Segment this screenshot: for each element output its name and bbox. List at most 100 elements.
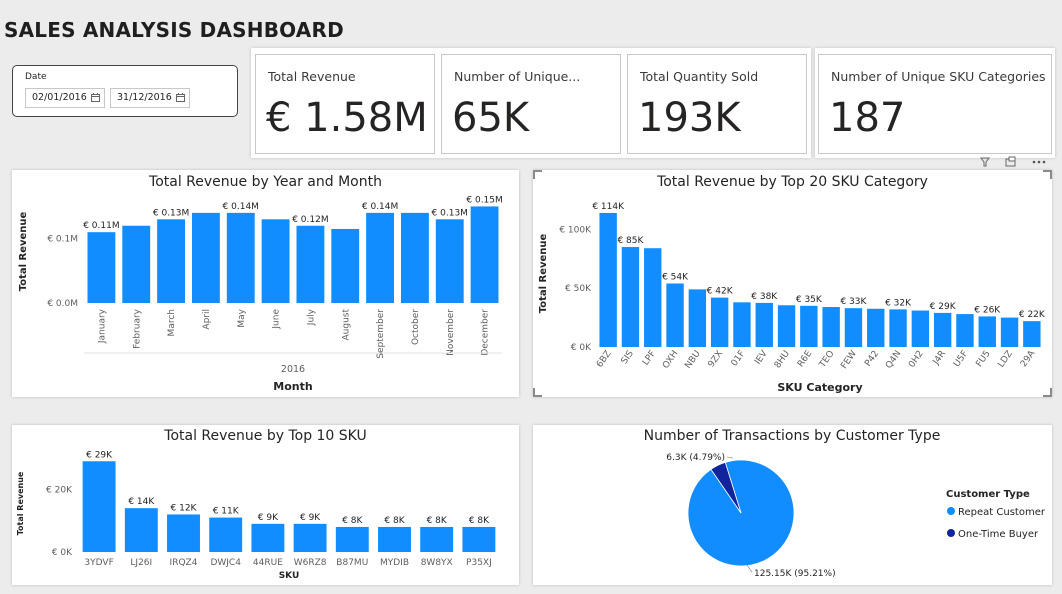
more-options-icon[interactable] [1032,160,1046,164]
chart-revenue-by-top-sku[interactable]: Total Revenue by Top 10 SKU € 0K € 20K Tota… [12,425,519,585]
x-tick-label: LJ26I [130,558,152,568]
card-label: Total Quantity Sold [640,69,759,84]
x-tick-label: 0H2 [907,349,926,370]
x-tick-label: November [446,309,456,356]
x-tick-label: 44RUE [253,558,283,568]
bar [82,461,116,552]
data-label: € 11K [213,507,240,517]
bar [435,219,464,303]
chart-transactions-by-customer-type[interactable]: Number of Transactions by Customer Type 6… [533,425,1052,585]
y-tick-label: € 100K [559,225,592,235]
bar [226,212,255,303]
x-tick-label: SIS [620,349,636,367]
y-axis-title: Total Revenue [16,471,25,535]
kpi-card-group-right: Number of Unique SKU Categories 187 [815,48,1055,158]
x-tick-label: DWJC4 [210,558,241,568]
focus-mode-icon[interactable] [1005,156,1016,167]
x-tick-label: W6RZ8 [294,558,327,568]
data-label: € 9K [258,513,279,523]
data-label: € 8K [469,516,490,526]
data-label: € 0.15M [466,195,502,205]
x-tick-label: June [272,309,282,330]
date-slicer[interactable]: Date 02/01/2016 31/12/2016 [12,65,238,117]
x-axis-title: Month [273,380,312,393]
filter-icon[interactable] [980,157,990,167]
y-tick-label: € 50K [565,284,592,294]
leader-line [726,456,734,459]
bar [470,206,499,303]
bar [420,526,454,552]
card-unique-sku-categories[interactable]: Number of Unique SKU Categories 187 [818,54,1052,154]
bar [666,283,684,347]
data-label: € 32K [885,298,912,308]
bar [800,305,818,347]
y-axis-title: Total Revenue [538,233,549,313]
bar [1023,321,1041,347]
x-tick-label: March [167,309,177,336]
bar [710,297,729,347]
x-axis-title: SKU [279,571,300,581]
bar [844,308,863,347]
x-tick-label: NBU [683,349,702,371]
bar [599,212,617,347]
bar [261,219,290,303]
card-total-quantity[interactable]: Total Quantity Sold 193K [627,54,807,154]
page-title: SALES ANALYSIS DASHBOARD [4,18,344,42]
x-tick-label: April [202,309,212,330]
x-tick-label: July [306,308,316,326]
data-label: € 9K [300,513,321,523]
bar [911,310,930,347]
legend-title: Customer Type [946,489,1030,500]
bar [366,212,395,303]
chart-revenue-by-month[interactable]: Total Revenue by Year and Month € 0.0M € 0… [12,170,519,397]
bar [462,526,496,552]
x-tick-label: B87MU [336,558,368,568]
bar [867,308,885,347]
bar [978,316,996,347]
card-total-revenue[interactable]: Total Revenue € 1.58M [255,54,435,154]
x-tick-label: IEV [753,348,770,366]
x-tick-label: Q4N [884,349,903,371]
x-tick-label: May [237,308,247,327]
card-label: Total Revenue [268,69,356,84]
selection-corner [1043,388,1052,397]
start-date-value: 02/01/2016 [32,92,87,103]
legend-item: One-Time Buyer [958,529,1039,540]
x-tick-label: February [132,308,142,349]
legend-marker [947,507,955,515]
chart-revenue-by-sku-category[interactable]: Total Revenue by Top 20 SKU Category € 0K… [533,170,1052,397]
bar [293,523,327,552]
data-label: 6.3K (4.79%) [666,453,725,463]
data-label: € 33K [840,297,867,307]
x-tick-label: 29A [1019,348,1038,369]
data-label: € 42K [707,287,734,297]
bar [400,212,429,303]
kpi-cards-group: Total Revenue € 1.58M Number of Unique..… [251,48,811,158]
calendar-icon[interactable] [91,93,100,102]
bar [688,289,707,347]
data-label: € 0.11M [83,221,119,231]
leader-line [746,564,753,573]
bar [1000,317,1019,347]
card-unique-customers[interactable]: Number of Unique... 65K [441,54,621,154]
x-tick-label: R6E [796,349,815,369]
bar [251,523,285,552]
x-tick-label: J4R [931,349,948,368]
bar [621,247,640,347]
data-label: € 8K [342,516,363,526]
start-date-input[interactable]: 02/01/2016 [25,88,105,108]
calendar-icon[interactable] [176,93,185,102]
x-axis-title: SKU Category [777,381,862,394]
x-tick-label: P42 [863,349,881,369]
legend-item: Repeat Customer [958,507,1046,518]
x-tick-label: FU5 [974,349,992,369]
data-label: € 85K [617,236,644,246]
data-label: € 0.14M [362,202,398,212]
end-date-input[interactable]: 31/12/2016 [110,88,190,108]
bar [87,232,116,303]
data-label: € 29K [930,302,957,312]
bar [191,212,220,303]
bar [644,248,662,347]
x-tick-label: 9ZX [707,349,726,370]
data-label: € 54K [662,272,689,282]
